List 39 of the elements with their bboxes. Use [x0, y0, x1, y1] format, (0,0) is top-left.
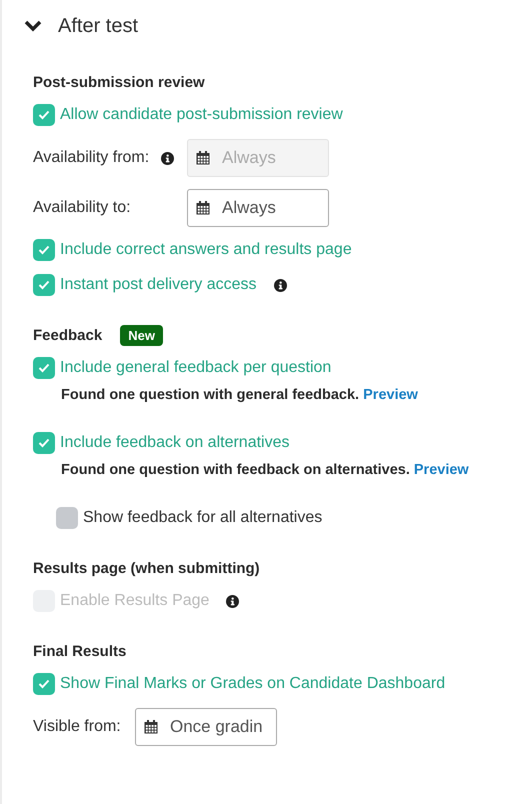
feedback-note: Found one question with general feedback. Preview: [61, 387, 419, 403]
checkbox-label[interactable]: Include feedback on alternatives: [60, 434, 290, 452]
check-icon: [38, 245, 50, 255]
checkbox[interactable]: [33, 239, 55, 261]
checkbox-label[interactable]: Instant post delivery access: [60, 276, 257, 294]
group-heading: Feedback: [33, 326, 102, 344]
checkbox-label[interactable]: Show Final Marks or Grades on Candidate Dashboard: [60, 675, 446, 693]
section-title[interactable]: After test: [58, 14, 138, 38]
group-heading: Final Results: [33, 642, 126, 660]
checkbox[interactable]: [33, 673, 55, 695]
field-label: Availability to:: [33, 199, 131, 217]
check-icon: [38, 110, 50, 120]
calendar-icon: [196, 201, 210, 215]
checkbox[interactable]: [56, 507, 78, 529]
checkbox[interactable]: [33, 104, 55, 126]
checkbox[interactable]: [33, 432, 55, 454]
group-heading: Results page (when submitting): [33, 560, 260, 576]
checkbox-label[interactable]: Show feedback for all alternatives: [83, 509, 322, 527]
calendar-icon: [196, 151, 210, 165]
check-icon: [38, 679, 50, 689]
date-field[interactable]: Once gradin: [135, 708, 277, 746]
date-field[interactable]: Always: [187, 189, 329, 227]
preview-link[interactable]: Preview: [414, 462, 469, 478]
field-label: Availability from:: [33, 149, 150, 167]
calendar-icon: [144, 720, 158, 734]
preview-link[interactable]: Preview: [363, 387, 418, 403]
new-badge: New: [120, 324, 163, 346]
chevron-icon[interactable]: [24, 20, 42, 32]
checkbox-label[interactable]: Include general feedback per question: [60, 359, 332, 377]
feedback-note: Found one question with feedback on alternatives. Preview: [61, 462, 470, 478]
checkbox-label[interactable]: Allow candidate post-submission review: [60, 106, 343, 124]
checkbox[interactable]: [33, 274, 55, 296]
check-icon: [38, 438, 50, 448]
checkbox-label[interactable]: Include correct answers and results page: [60, 241, 352, 259]
check-icon: [38, 280, 50, 290]
field-label: Visible from:: [33, 718, 121, 736]
group-heading: Post-submission review: [33, 74, 205, 90]
check-icon: [38, 363, 50, 373]
checkbox[interactable]: [33, 357, 55, 379]
